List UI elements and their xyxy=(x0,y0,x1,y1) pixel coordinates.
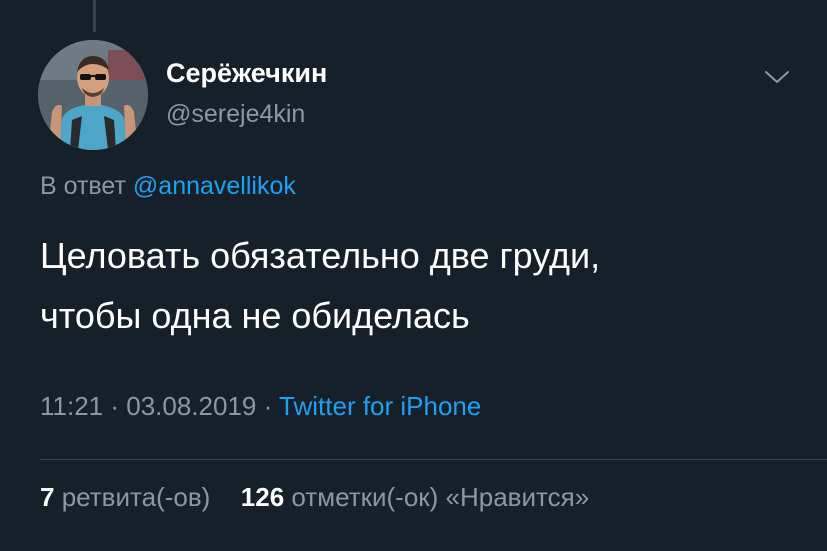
likes-label: отметки(-ок) «Нравится» xyxy=(291,482,590,512)
avatar-image xyxy=(38,40,148,150)
retweets-stat[interactable]: 7 ретвита(-ов) xyxy=(40,482,218,512)
likes-count: 126 xyxy=(240,482,285,512)
retweets-label: ретвита(-ов) xyxy=(61,482,211,512)
tweet-source-link[interactable]: Twitter for iPhone xyxy=(279,391,481,421)
tweet-text-line: Целовать обязательно две груди, xyxy=(40,235,601,276)
reply-context: В ответ @annavellikok xyxy=(40,172,296,201)
tweet-text-line: чтобы одна не обиделась xyxy=(40,295,470,336)
chevron-down-icon[interactable] xyxy=(763,68,791,86)
avatar[interactable] xyxy=(38,40,148,150)
reply-mention-link[interactable]: @annavellikok xyxy=(133,172,296,200)
meta-separator: · xyxy=(256,391,280,421)
thread-connector-line xyxy=(93,0,96,32)
author-display-name[interactable]: Серёжечкин xyxy=(166,58,327,89)
tweet-metadata: 11:21 · 03.08.2019 · Twitter for iPhone xyxy=(40,391,481,422)
tweet-date[interactable]: 03.08.2019 xyxy=(126,391,256,421)
likes-stat[interactable]: 126 отметки(-ок) «Нравится» xyxy=(241,482,589,512)
reply-prefix: В ответ xyxy=(40,172,126,200)
tweet-text: Целовать обязательно две груди, чтобы од… xyxy=(40,226,800,346)
tweet-time[interactable]: 11:21 xyxy=(40,391,103,421)
retweets-count: 7 xyxy=(40,482,55,512)
author-handle[interactable]: @sereje4kin xyxy=(166,100,305,129)
tweet-stats: 7 ретвита(-ов) 126 отметки(-ок) «Нравитс… xyxy=(40,482,589,513)
meta-separator: · xyxy=(103,391,127,421)
divider xyxy=(40,459,827,460)
